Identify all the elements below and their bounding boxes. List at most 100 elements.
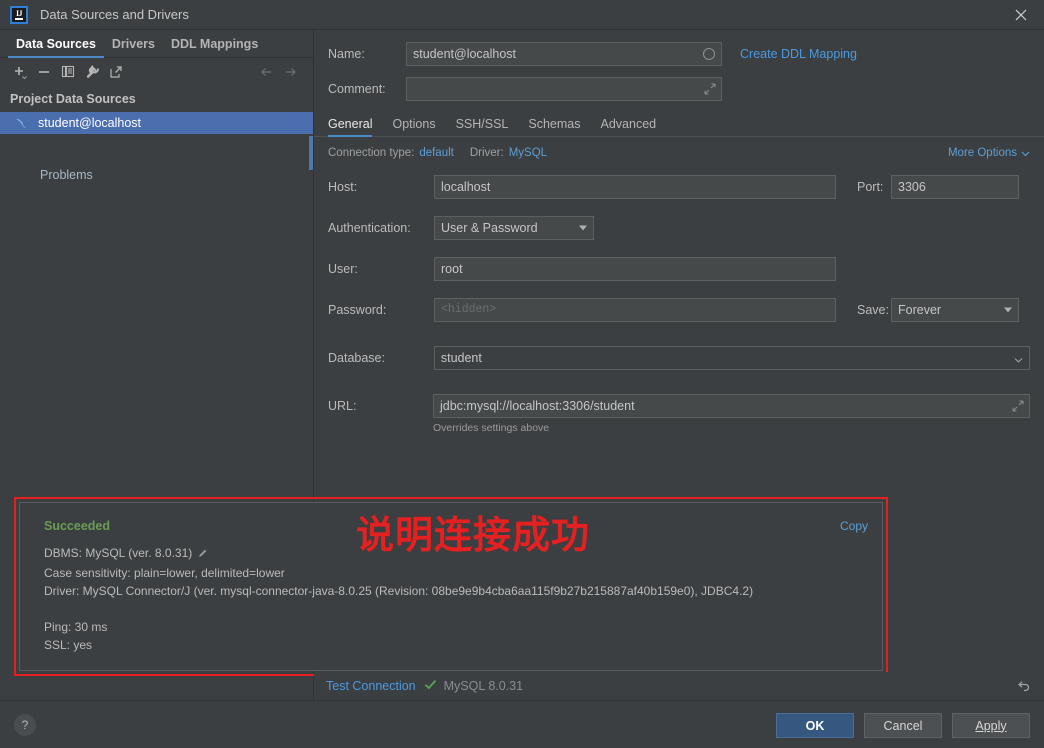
back-arrow-icon[interactable] [255, 61, 279, 83]
test-connection-button[interactable]: Test Connection [326, 679, 416, 693]
save-label: Save: [857, 303, 889, 317]
config-tabs: General Options SSH/SSL Schemas Advanced [314, 111, 1044, 137]
password-placeholder: <hidden> [441, 303, 497, 316]
driver-value[interactable]: MySQL [509, 147, 547, 159]
test-connection-bar: Test Connection MySQL 8.0.31 [314, 672, 1044, 700]
tab-ddl-mappings[interactable]: DDL Mappings [163, 37, 266, 57]
name-label: Name: [328, 47, 365, 61]
chevron-down-icon [579, 225, 587, 231]
check-icon [424, 678, 437, 694]
host-label: Host: [328, 180, 358, 194]
copy-icon[interactable] [56, 61, 80, 83]
chevron-down-icon [1014, 354, 1023, 363]
revert-icon[interactable] [1016, 678, 1032, 694]
ok-button[interactable]: OK [776, 713, 854, 738]
connection-type-label: Connection type: [328, 147, 415, 159]
authentication-row: Authentication: User & Password [314, 216, 1044, 240]
scrollbar-thumb[interactable] [309, 136, 313, 170]
forward-arrow-icon[interactable] [279, 61, 303, 83]
cancel-button[interactable]: Cancel [864, 713, 942, 738]
save-value: Forever [898, 303, 942, 317]
user-label: User: [328, 262, 358, 276]
comment-row: Comment: [314, 77, 1044, 101]
tab-data-sources[interactable]: Data Sources [8, 37, 104, 58]
intellij-idea-icon: IJ [10, 5, 28, 24]
result-line-ssl: SSL: yes [44, 638, 93, 652]
chevron-down-icon [1021, 151, 1030, 156]
connection-type-value[interactable]: default [419, 147, 454, 159]
more-options-button[interactable]: More Options [948, 147, 1030, 159]
apply-button[interactable]: Apply [952, 713, 1030, 738]
authentication-label: Authentication: [328, 221, 411, 235]
add-icon[interactable] [8, 61, 32, 83]
url-row: URL: jdbc:mysql://localhost:3306/student… [314, 394, 1044, 434]
circle-icon[interactable] [702, 47, 716, 61]
more-options-label: More Options [947, 147, 1017, 159]
user-row: User: root [314, 257, 1044, 281]
password-row: Password: <hidden> Save: Forever [314, 298, 1044, 322]
connection-type-row: Connection type: default Driver: MySQL M… [314, 137, 1044, 159]
expand-icon[interactable] [1012, 400, 1024, 412]
data-sources-dialog: IJ Data Sources and Drivers Data Sources… [0, 0, 1044, 748]
port-label: Port: [857, 180, 884, 194]
database-select[interactable]: student [433, 346, 1030, 370]
sidebar-item-label: student@localhost [38, 116, 142, 130]
expand-icon[interactable] [704, 83, 716, 95]
wrench-icon[interactable] [80, 61, 104, 83]
host-input-value: localhost [441, 180, 491, 194]
authentication-value: User & Password [441, 221, 538, 235]
tab-options[interactable]: Options [382, 117, 445, 136]
comment-label: Comment: [328, 82, 386, 96]
tab-general[interactable]: General [328, 117, 382, 137]
name-row: Name: student@localhost Create DDL Mappi… [314, 42, 1044, 66]
result-line-ping: Ping: 30 ms [44, 620, 108, 634]
url-input-value: jdbc:mysql://localhost:3306/student [440, 399, 635, 413]
result-line-driver: Driver: MySQL Connector/J (ver. mysql-co… [44, 584, 754, 598]
host-input[interactable]: localhost [434, 175, 836, 199]
save-select[interactable]: Forever [891, 298, 1019, 322]
window-title: Data Sources and Drivers [40, 7, 189, 22]
footer-buttons: OK Cancel Apply [776, 713, 1030, 738]
dialog-footer: ? OK Cancel Apply [0, 700, 1044, 748]
tab-drivers[interactable]: Drivers [104, 37, 163, 57]
url-label: URL: [328, 399, 357, 413]
comment-input[interactable] [406, 77, 722, 101]
result-line-case-sensitivity: Case sensitivity: plain=lower, delimited… [44, 566, 285, 580]
pencil-icon[interactable] [197, 546, 208, 564]
user-input[interactable]: root [434, 257, 836, 281]
host-row: Host: localhost Port: 3306 [314, 175, 1044, 199]
title-bar: IJ Data Sources and Drivers [0, 0, 1044, 30]
problems-label: Problems [40, 168, 93, 182]
mysql-version-label: MySQL 8.0.31 [443, 679, 524, 693]
create-ddl-mapping-link[interactable]: Create DDL Mapping [740, 47, 857, 61]
close-icon[interactable] [998, 0, 1044, 29]
authentication-select[interactable]: User & Password [434, 216, 594, 240]
url-input[interactable]: jdbc:mysql://localhost:3306/student [433, 394, 1030, 418]
database-row: Database: student [314, 346, 1044, 370]
open-external-icon[interactable] [104, 61, 128, 83]
help-icon[interactable]: ? [14, 714, 36, 736]
password-label: Password: [328, 303, 387, 317]
tab-advanced[interactable]: Advanced [591, 117, 667, 136]
password-input[interactable]: <hidden> [434, 298, 836, 322]
sidebar-item-student-localhost[interactable]: student@localhost [0, 112, 313, 134]
driver-label: Driver: [469, 147, 504, 159]
result-dbms-text: DBMS: MySQL (ver. 8.0.31) [44, 546, 193, 560]
annotation-text: 说明连接成功 [356, 513, 591, 557]
copy-button[interactable]: Copy [840, 517, 868, 535]
left-panel-tabs: Data Sources Drivers DDL Mappings [0, 30, 313, 58]
user-input-value: root [441, 262, 463, 276]
tab-ssh-ssl[interactable]: SSH/SSL [446, 117, 519, 136]
url-hint: Overrides settings above [433, 422, 550, 434]
port-input[interactable]: 3306 [891, 175, 1019, 199]
name-input[interactable]: student@localhost [406, 42, 722, 66]
apply-button-label: Apply [975, 718, 1007, 733]
tab-schemas[interactable]: Schemas [518, 117, 590, 136]
test-result-highlight: Succeeded DBMS: MySQL (ver. 8.0.31) Case… [14, 497, 888, 676]
left-panel-toolbar [0, 58, 313, 86]
nav-arrows [255, 61, 303, 83]
database-value: student [440, 351, 482, 365]
name-input-value: student@localhost [413, 47, 517, 61]
mysql-dolphin-icon [14, 115, 30, 131]
remove-icon[interactable] [32, 61, 56, 83]
